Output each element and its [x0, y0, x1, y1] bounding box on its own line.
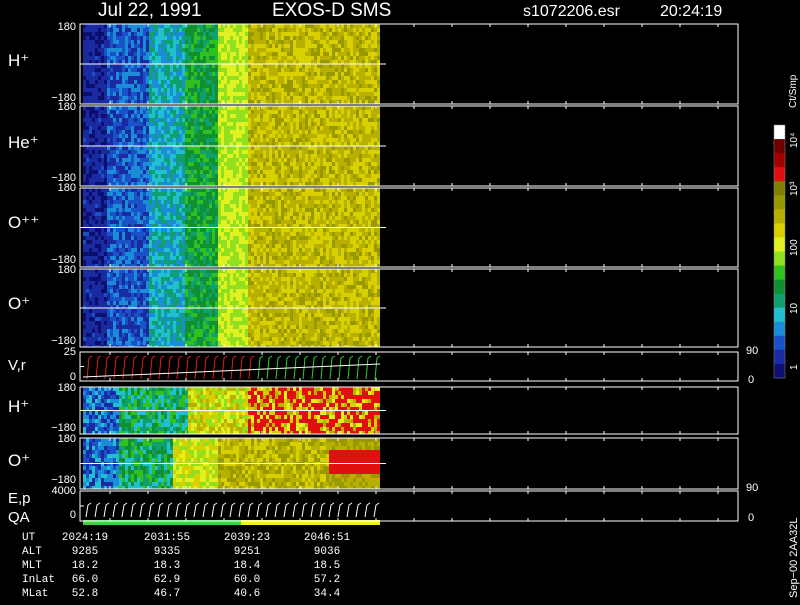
footer-row-mlt: MLT 18.2 18.3 18.4 18.5: [0, 560, 420, 572]
plot-canvas: Jul 22, 1991 EXOS-D SMS s1072206.esr 20:…: [0, 0, 800, 600]
ytick-vr-top: 25: [64, 346, 76, 358]
footer-value: 57.2: [292, 574, 362, 586]
panel-label-qa: QA: [8, 509, 30, 526]
ytick-ep-bottom: 0: [70, 509, 76, 521]
spectrogram-o-plus: [83, 269, 386, 347]
footer-value: 60.0: [212, 574, 282, 586]
footer-value: 62.9: [132, 574, 202, 586]
ytick-he-top: 180: [58, 101, 76, 113]
panel-label-o-plusplus: O⁺⁺: [8, 213, 39, 232]
panel-label-h-plus-2: H⁺: [8, 397, 29, 416]
side-note: Sep−00 2AA32L: [788, 518, 800, 598]
colorbar-tick-10: 10: [789, 302, 800, 314]
footer-value: 9335: [132, 546, 202, 558]
frame-ep: [80, 491, 738, 521]
frame-vr: [80, 352, 738, 381]
header-time: 20:24:19: [660, 3, 722, 20]
ytick-o2-top: 180: [58, 433, 76, 445]
spectrogram-o-plusplus: [83, 188, 386, 267]
footer-row-inlat: InLat 66.0 62.9 60.0 57.2: [0, 574, 420, 586]
footer-value: 18.3: [132, 560, 202, 572]
footer-value: 34.4: [292, 588, 362, 600]
vr-trace: [83, 356, 380, 379]
footer-row-mlat: MLat 52.8 46.7 40.6 34.4: [0, 588, 420, 600]
panel-label-h-plus: H⁺: [8, 51, 29, 70]
panels-layer: [83, 24, 386, 525]
footer-value: 66.0: [50, 574, 120, 586]
right-tick-o2: 90: [746, 482, 758, 494]
ytick-op-top: 180: [58, 264, 76, 276]
spectrogram-h-plus-2: [83, 387, 386, 434]
panel-label-vr: V,r: [8, 357, 26, 374]
footer-row-alt: ALT 9285 9335 9251 9036: [0, 546, 420, 558]
footer-value: 9285: [50, 546, 120, 558]
ytick-h2-top: 180: [58, 382, 76, 394]
ephemeris-table: UT 2024:19 2031:55 2039:23 2046:51 ALT 9…: [0, 530, 420, 600]
panel-label-o-plus: O⁺: [8, 294, 30, 313]
footer-value: 2031:55: [132, 532, 202, 544]
footer-value: 52.8: [50, 588, 120, 600]
header-instrument: EXOS-D SMS: [272, 0, 391, 21]
colorbar: [774, 125, 785, 379]
footer-value: 18.4: [212, 560, 282, 572]
panel-label-he-plus: He⁺: [8, 133, 39, 152]
ytick-h-top: 180: [58, 21, 76, 33]
footer-value: 40.6: [212, 588, 282, 600]
panel-label-o-plus-2: O⁺: [8, 451, 30, 470]
sms-spectrogram-plot: Jul 22, 1991 EXOS-D SMS s1072206.esr 20:…: [0, 0, 800, 600]
footer-value: 2046:51: [292, 532, 362, 544]
right-tick-vr-top: 90: [746, 345, 758, 357]
right-tick-vr-bottom: 0: [748, 374, 754, 386]
colorbar-unit-label: Ct/Smp: [788, 74, 799, 108]
ytick-opp-top: 180: [58, 182, 76, 194]
right-tick-ep: 0: [748, 512, 754, 524]
ytick-ep-top: 4000: [52, 485, 76, 497]
panel-label-ep: E,p: [8, 490, 31, 507]
footer-row-ut: UT 2024:19 2031:55 2039:23 2046:51: [0, 532, 420, 544]
footer-value: 9036: [292, 546, 362, 558]
footer-value: 18.5: [292, 560, 362, 572]
footer-value: 46.7: [132, 588, 202, 600]
spectrogram-o-plus-2: [83, 438, 386, 489]
footer-value: 18.2: [50, 560, 120, 572]
header-file: s1072206.esr: [523, 3, 621, 20]
colorbar-tick-100: 100: [789, 239, 800, 256]
header-date: Jul 22, 1991: [98, 0, 202, 21]
spectrogram-h-plus: [83, 24, 386, 104]
spectrogram-he-plus: [83, 106, 386, 186]
footer-value: 2024:19: [50, 532, 120, 544]
ep-trace: [86, 503, 379, 517]
colorbar-tick-10e4: 10⁴: [789, 133, 800, 148]
colorbar-tick-1: 1: [789, 364, 800, 370]
footer-value: 9251: [212, 546, 282, 558]
footer-value: 2039:23: [212, 532, 282, 544]
colorbar-tick-10e3: 10³: [789, 181, 800, 196]
